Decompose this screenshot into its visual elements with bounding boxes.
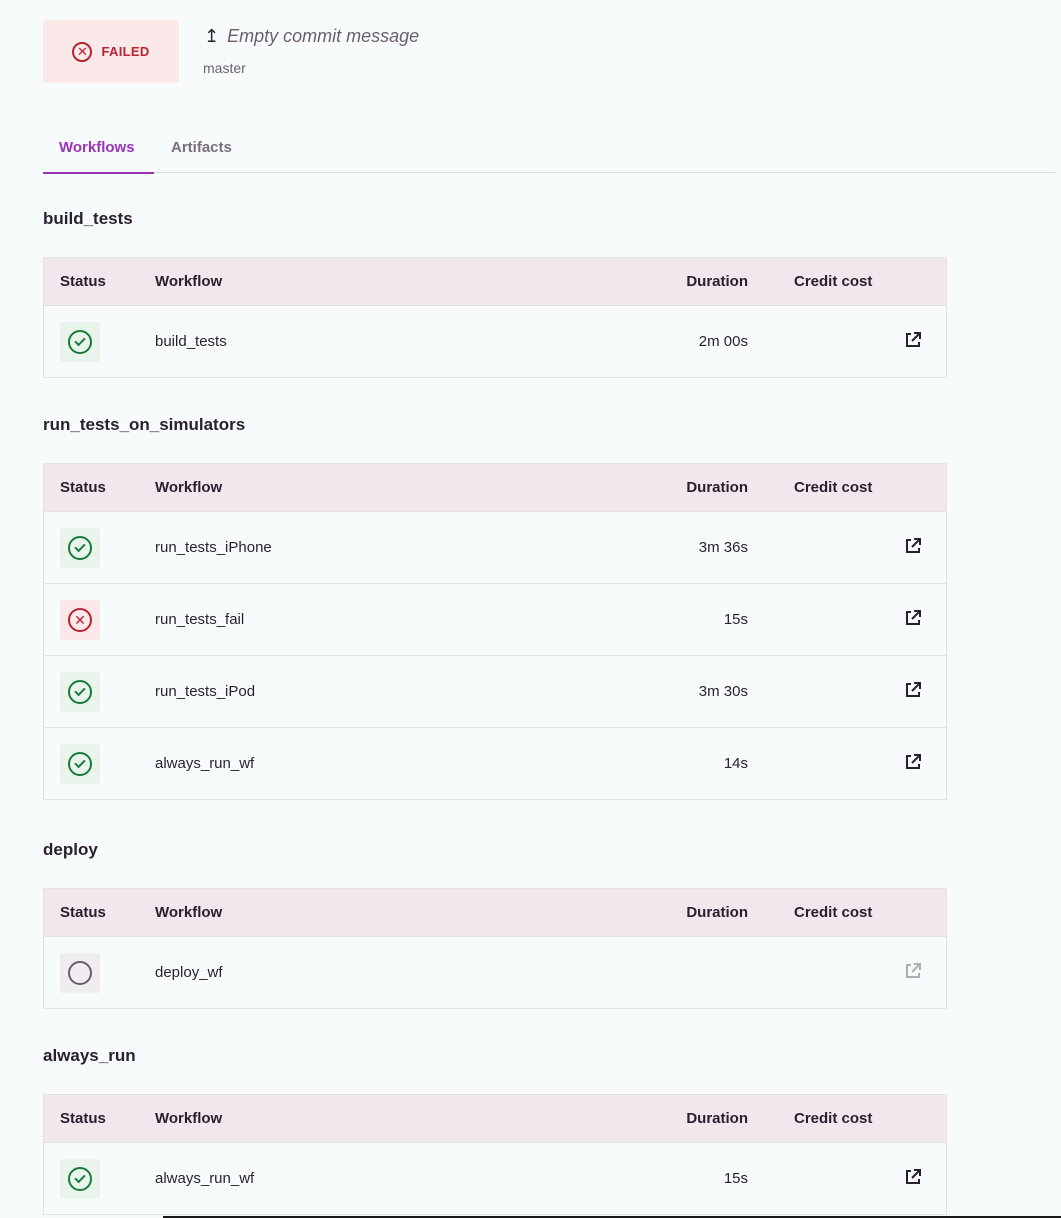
workflow-name[interactable]: run_tests_iPod <box>155 655 585 728</box>
status-success-badge <box>60 1158 100 1199</box>
external-link-icon[interactable] <box>904 537 922 555</box>
stage-title: always_run <box>43 1046 136 1065</box>
workflow-duration: 3m 30s <box>585 655 794 728</box>
status-pending-badge <box>60 952 100 993</box>
column-header-credit-cost: Credit cost <box>794 904 873 921</box>
workflow-duration: 3m 36s <box>585 511 794 584</box>
workflow-table: Status Workflow Duration Credit cost dep… <box>43 888 947 1009</box>
table-header-row: Status Workflow Duration Credit cost <box>43 257 947 306</box>
workflow-duration: 15s <box>585 583 794 656</box>
check-circle-icon <box>68 1166 92 1191</box>
commit-info: ↥ Empty commit message <box>204 26 419 47</box>
table-row[interactable]: build_tests 2m 00s <box>43 305 947 378</box>
column-header-workflow: Workflow <box>155 904 223 921</box>
workflow-credit-cost <box>794 936 894 1009</box>
table-row[interactable]: always_run_wf 15s <box>43 1142 947 1215</box>
column-header-duration: Duration <box>686 904 748 921</box>
workflow-table: Status Workflow Duration Credit cost run… <box>43 463 947 800</box>
build-status-label: FAILED <box>101 44 150 59</box>
workflow-credit-cost <box>794 1142 894 1215</box>
column-header-workflow: Workflow <box>155 479 223 496</box>
stage-title: deploy <box>43 840 98 859</box>
column-header-duration: Duration <box>686 1110 748 1127</box>
workflow-credit-cost <box>794 727 894 800</box>
workflow-credit-cost <box>794 583 894 656</box>
check-circle-icon <box>68 751 92 776</box>
check-circle-icon <box>68 329 92 354</box>
table-row[interactable]: always_run_wf 14s <box>43 727 947 800</box>
column-header-status: Status <box>60 904 106 921</box>
column-header-status: Status <box>60 1110 106 1127</box>
table-row[interactable]: run_tests_iPhone 3m 36s <box>43 511 947 584</box>
tab-workflows[interactable]: Workflows <box>59 139 135 156</box>
workflow-duration: 2m 00s <box>585 305 794 378</box>
workflow-duration: 15s <box>585 1142 794 1215</box>
workflow-credit-cost <box>794 511 894 584</box>
table-header-row: Status Workflow Duration Credit cost <box>43 888 947 937</box>
stage-title: build_tests <box>43 209 133 228</box>
check-circle-icon <box>68 679 92 704</box>
workflow-table: Status Workflow Duration Credit cost alw… <box>43 1094 947 1215</box>
external-link-icon[interactable] <box>904 681 922 699</box>
table-row[interactable]: run_tests_iPod 3m 30s <box>43 655 947 728</box>
column-header-duration: Duration <box>686 273 748 290</box>
tab-bar: Workflows Artifacts <box>43 130 1055 174</box>
workflow-name[interactable]: run_tests_iPhone <box>155 511 585 584</box>
x-circle-icon: ✕ <box>68 607 92 632</box>
external-link-icon[interactable] <box>904 1168 922 1186</box>
column-header-credit-cost: Credit cost <box>794 479 873 496</box>
status-success-badge <box>60 527 100 568</box>
workflow-duration <box>585 936 794 1009</box>
column-header-workflow: Workflow <box>155 273 223 290</box>
workflow-name[interactable]: deploy_wf <box>155 936 585 1009</box>
workflow-duration: 14s <box>585 727 794 800</box>
workflow-name[interactable]: build_tests <box>155 305 585 378</box>
table-row[interactable]: deploy_wf <box>43 936 947 1009</box>
column-header-workflow: Workflow <box>155 1110 223 1127</box>
table-header-row: Status Workflow Duration Credit cost <box>43 463 947 512</box>
table-row[interactable]: ✕ run_tests_fail 15s <box>43 583 947 656</box>
empty-circle-icon <box>68 960 92 985</box>
workflow-name[interactable]: always_run_wf <box>155 1142 585 1215</box>
external-link-icon <box>906 962 921 978</box>
branch-name: master <box>203 60 246 76</box>
active-tab-indicator <box>43 172 154 174</box>
column-header-credit-cost: Credit cost <box>794 273 873 290</box>
external-link-icon[interactable] <box>904 609 922 627</box>
build-status-badge: ✕ FAILED <box>43 20 179 83</box>
status-failed-badge: ✕ <box>60 599 100 640</box>
table-header-row: Status Workflow Duration Credit cost <box>43 1094 947 1143</box>
x-circle-icon: ✕ <box>72 41 93 62</box>
status-success-badge <box>60 671 100 712</box>
workflow-credit-cost <box>794 655 894 728</box>
workflow-name[interactable]: always_run_wf <box>155 727 585 800</box>
status-success-badge <box>60 321 100 362</box>
check-circle-icon <box>68 535 92 560</box>
commit-arrow-icon: ↥ <box>204 26 220 46</box>
column-header-status: Status <box>60 273 106 290</box>
tab-artifacts[interactable]: Artifacts <box>171 139 232 156</box>
external-link-icon[interactable] <box>904 753 922 771</box>
workflow-table: Status Workflow Duration Credit cost bui… <box>43 257 947 378</box>
column-header-status: Status <box>60 479 106 496</box>
commit-message: Empty commit message <box>227 26 420 46</box>
external-link-icon[interactable] <box>904 331 922 349</box>
workflow-name[interactable]: run_tests_fail <box>155 583 585 656</box>
status-success-badge <box>60 743 100 784</box>
column-header-duration: Duration <box>686 479 748 496</box>
column-header-credit-cost: Credit cost <box>794 1110 873 1127</box>
stage-title: run_tests_on_simulators <box>43 415 246 434</box>
workflow-credit-cost <box>794 305 894 378</box>
